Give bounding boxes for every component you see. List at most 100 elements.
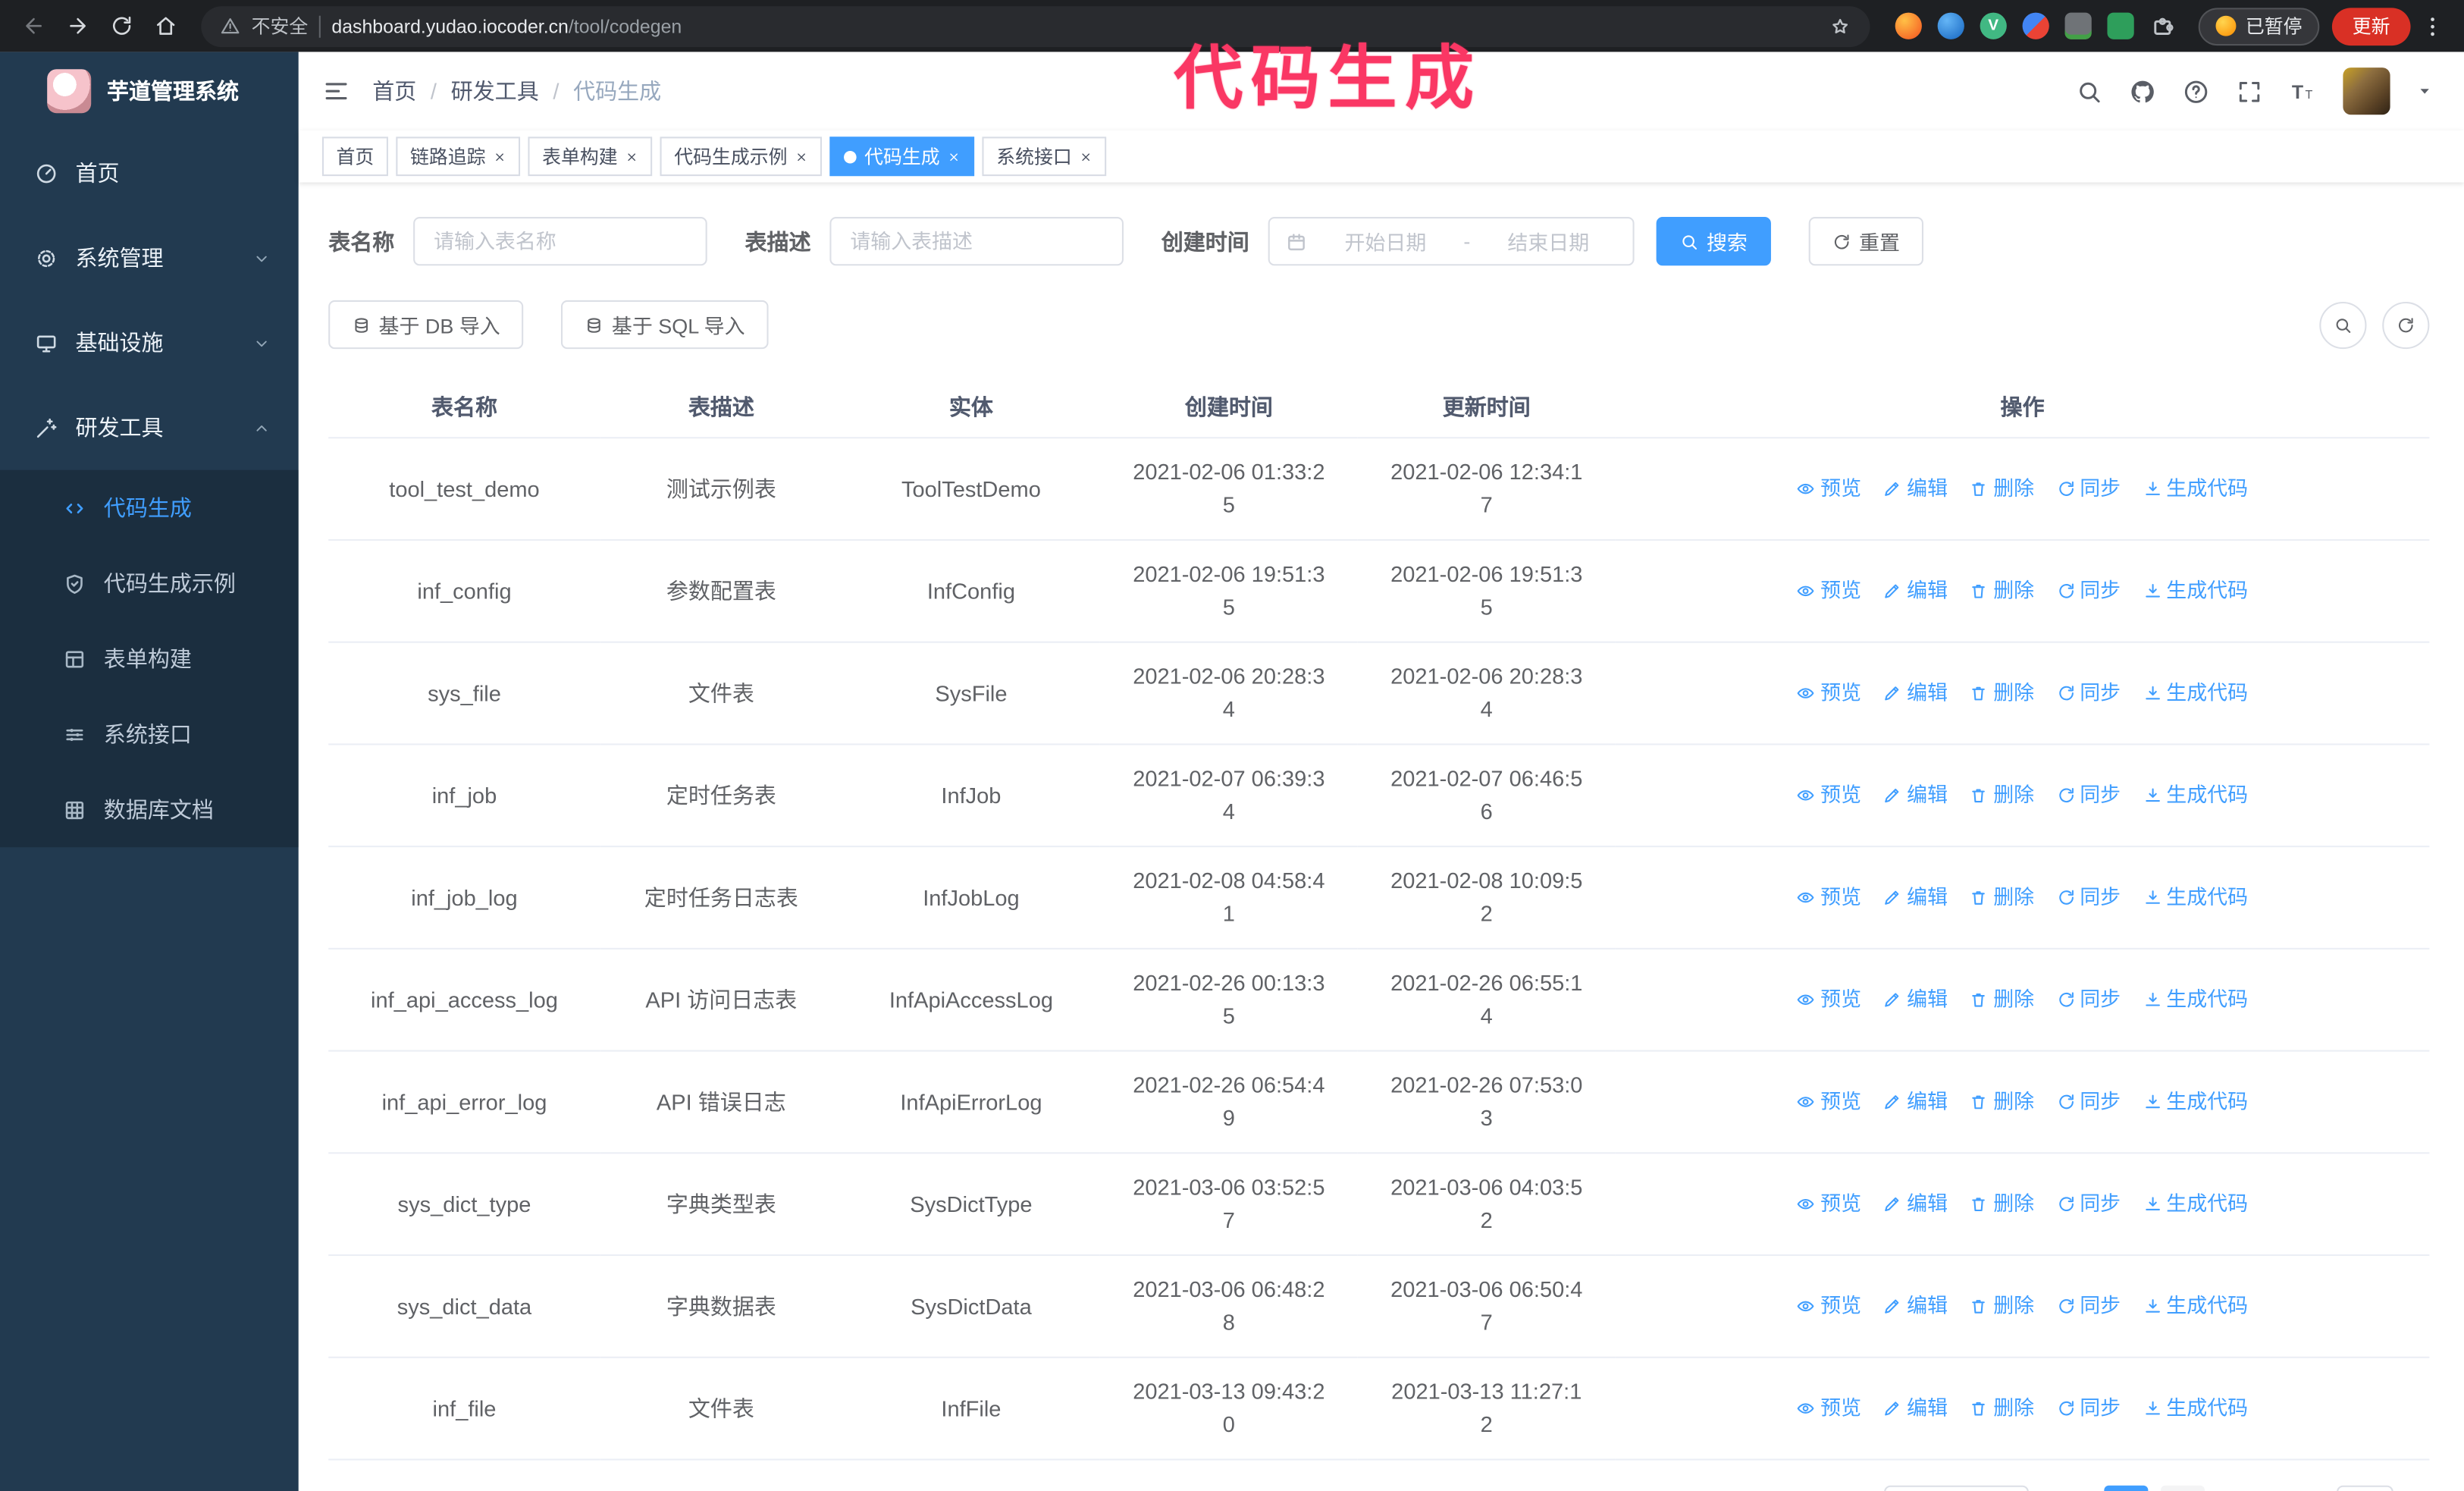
user-avatar[interactable]	[2343, 67, 2390, 115]
preview-action[interactable]: 预览	[1797, 1393, 1861, 1424]
sidebar-subitem-form-builder[interactable]: 表单构建	[0, 621, 299, 696]
sync-action[interactable]: 同步	[2056, 780, 2121, 811]
extension-icon-blue[interactable]	[1937, 12, 1964, 39]
delete-action[interactable]: 删除	[1970, 1291, 2034, 1321]
search-button[interactable]: 搜索	[1656, 217, 1771, 266]
generate-code-action[interactable]: 生成代码	[2143, 882, 2248, 912]
preview-action[interactable]: 预览	[1797, 984, 1861, 1015]
next-page-button[interactable]	[2220, 1485, 2265, 1491]
delete-action[interactable]: 删除	[1970, 1188, 2034, 1219]
sync-action[interactable]: 同步	[2056, 1393, 2121, 1424]
preview-action[interactable]: 预览	[1797, 1087, 1861, 1117]
import-sql-button[interactable]: 基于 SQL 导入	[561, 300, 769, 350]
fullscreen-icon[interactable]	[2236, 78, 2262, 105]
breadcrumb-item-home[interactable]: 首页	[372, 75, 416, 106]
goto-page-input[interactable]	[2337, 1485, 2393, 1491]
sync-action[interactable]: 同步	[2056, 678, 2121, 708]
delete-action[interactable]: 删除	[1970, 984, 2034, 1015]
generate-code-action[interactable]: 生成代码	[2143, 1188, 2248, 1219]
sync-action[interactable]: 同步	[2056, 473, 2121, 504]
browser-home-button[interactable]	[145, 5, 186, 46]
github-icon[interactable]	[2130, 78, 2156, 105]
toggle-search-button[interactable]	[2319, 300, 2367, 349]
delete-action[interactable]: 删除	[1970, 678, 2034, 708]
delete-action[interactable]: 删除	[1970, 1087, 2034, 1117]
generate-code-action[interactable]: 生成代码	[2143, 984, 2248, 1015]
edit-action[interactable]: 编辑	[1883, 1188, 1948, 1219]
view-tab-3[interactable]: 代码生成示例	[660, 137, 823, 177]
bookmark-star-icon[interactable]	[1829, 15, 1851, 37]
sidebar-item-devtools[interactable]: 研发工具	[0, 385, 299, 470]
sidebar-subitem-db-doc[interactable]: 数据库文档	[0, 772, 299, 847]
close-icon[interactable]	[795, 150, 808, 163]
extension-icon-orange[interactable]	[1895, 12, 1922, 39]
table-desc-input[interactable]	[829, 217, 1124, 266]
preview-action[interactable]: 预览	[1797, 576, 1861, 606]
browser-menu-icon[interactable]	[2420, 14, 2445, 39]
generate-code-action[interactable]: 生成代码	[2143, 780, 2248, 811]
delete-action[interactable]: 删除	[1970, 473, 2034, 504]
extension-icon-tray[interactable]	[2064, 12, 2092, 39]
sync-action[interactable]: 同步	[2056, 1087, 2121, 1117]
chrome-update-button[interactable]: 更新	[2331, 7, 2411, 46]
delete-action[interactable]: 删除	[1970, 780, 2034, 811]
view-tab-1[interactable]: 链路追踪	[396, 137, 521, 177]
page-button-1[interactable]: 1	[2104, 1485, 2149, 1491]
sidebar-item-home[interactable]: 首页	[0, 130, 299, 215]
user-menu-caret-icon[interactable]	[2417, 83, 2433, 99]
edit-action[interactable]: 编辑	[1883, 576, 1948, 606]
edit-action[interactable]: 编辑	[1883, 1393, 1948, 1424]
sidebar-subitem-codegen-example[interactable]: 代码生成示例	[0, 545, 299, 620]
edit-action[interactable]: 编辑	[1883, 780, 1948, 811]
app-logo[interactable]: 芋道管理系统	[0, 52, 299, 130]
close-icon[interactable]	[948, 150, 961, 163]
sidebar-subitem-codegen[interactable]: 代码生成	[0, 470, 299, 545]
sync-action[interactable]: 同步	[2056, 1188, 2121, 1219]
generate-code-action[interactable]: 生成代码	[2143, 678, 2248, 708]
delete-action[interactable]: 删除	[1970, 1393, 2034, 1424]
edit-action[interactable]: 编辑	[1883, 984, 1948, 1015]
edit-action[interactable]: 编辑	[1883, 882, 1948, 912]
sync-action[interactable]: 同步	[2056, 1291, 2121, 1321]
close-icon[interactable]	[494, 150, 506, 163]
sidebar-item-infra[interactable]: 基础设施	[0, 300, 299, 385]
preview-action[interactable]: 预览	[1797, 1188, 1861, 1219]
extension-icon-people[interactable]	[2022, 12, 2049, 39]
puzzle-extensions-icon[interactable]	[2149, 13, 2176, 39]
refresh-table-button[interactable]	[2382, 300, 2430, 349]
font-size-icon[interactable]	[2290, 78, 2316, 105]
url-bar[interactable]: 不安全 dashboard.yudao.iocoder.cn/tool/code…	[201, 5, 1870, 47]
sync-action[interactable]: 同步	[2056, 984, 2121, 1015]
preview-action[interactable]: 预览	[1797, 1291, 1861, 1321]
browser-back-button[interactable]	[13, 5, 54, 46]
edit-action[interactable]: 编辑	[1883, 1291, 1948, 1321]
reset-button[interactable]: 重置	[1808, 217, 1924, 266]
table-name-input[interactable]	[413, 217, 707, 266]
import-db-button[interactable]: 基于 DB 导入	[328, 300, 524, 350]
sync-action[interactable]: 同步	[2056, 882, 2121, 912]
create-time-range-picker[interactable]: 开始日期 - 结束日期	[1268, 217, 1635, 266]
edit-action[interactable]: 编辑	[1883, 1087, 1948, 1117]
generate-code-action[interactable]: 生成代码	[2143, 1087, 2248, 1117]
sidebar-fold-icon[interactable]	[322, 77, 350, 105]
sidebar-subitem-system-api[interactable]: 系统接口	[0, 696, 299, 771]
browser-forward-button[interactable]	[57, 5, 98, 46]
view-tab-0[interactable]: 首页	[321, 137, 388, 177]
delete-action[interactable]: 删除	[1970, 576, 2034, 606]
edit-action[interactable]: 编辑	[1883, 678, 1948, 708]
generate-code-action[interactable]: 生成代码	[2143, 576, 2248, 606]
sidebar-item-system[interactable]: 系统管理	[0, 215, 299, 300]
extension-icon-green[interactable]	[2107, 12, 2134, 39]
edit-action[interactable]: 编辑	[1883, 473, 1948, 504]
page-size-select[interactable]: 10条/页	[1884, 1485, 2029, 1491]
delete-action[interactable]: 删除	[1970, 882, 2034, 912]
preview-action[interactable]: 预览	[1797, 882, 1861, 912]
profile-paused-badge[interactable]: 已暂停	[2198, 7, 2320, 46]
close-icon[interactable]	[625, 150, 638, 163]
prev-page-button[interactable]	[2044, 1485, 2089, 1491]
close-icon[interactable]	[1080, 150, 1092, 163]
help-icon[interactable]	[2183, 78, 2209, 105]
preview-action[interactable]: 预览	[1797, 678, 1861, 708]
page-button-2[interactable]: 2	[2160, 1485, 2205, 1491]
breadcrumb-item-devtools[interactable]: 研发工具	[451, 75, 539, 106]
